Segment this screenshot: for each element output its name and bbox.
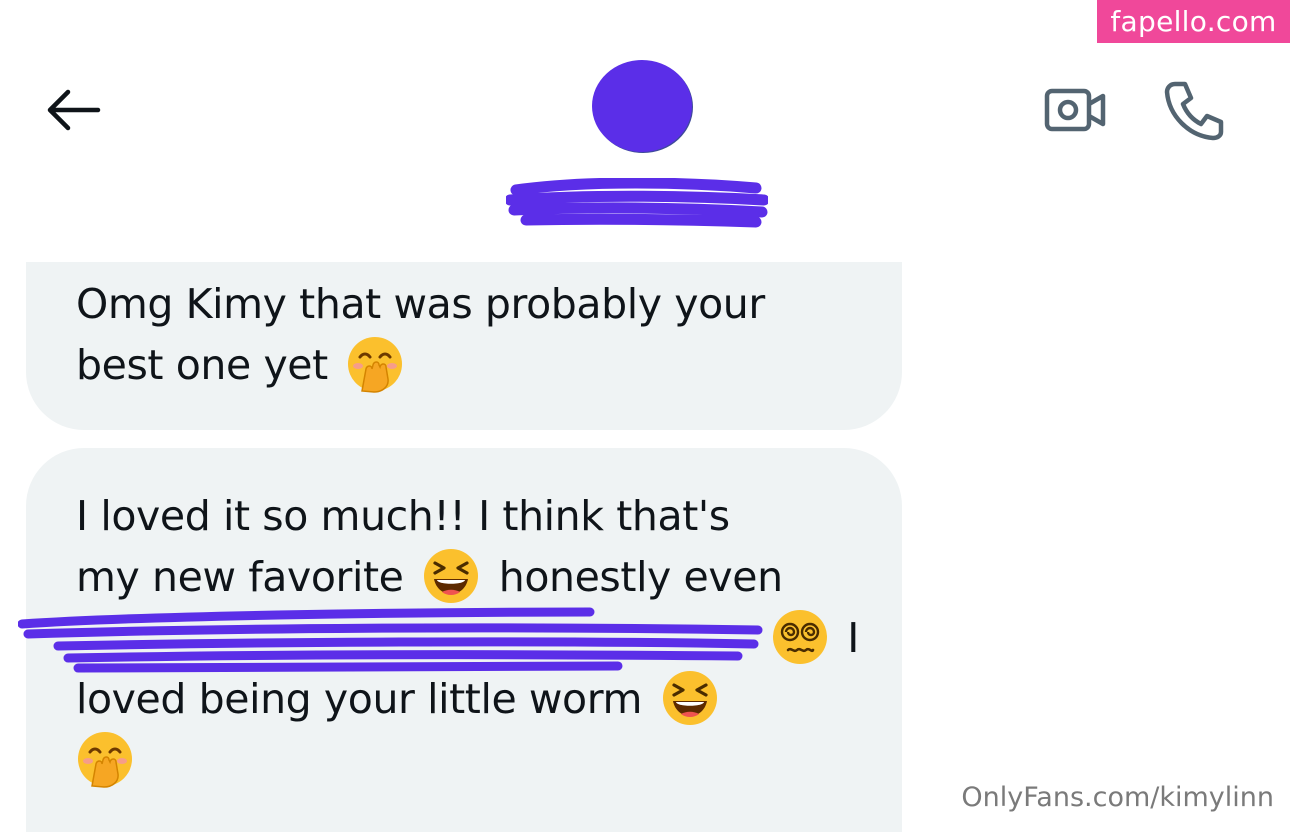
- arrow-left-icon: [47, 89, 101, 131]
- contact-name-redaction: [506, 178, 768, 228]
- message-text: best one yet: [76, 341, 328, 389]
- message-text: loved being your little worm: [76, 675, 643, 723]
- grinning-squinting-emoji: [422, 547, 480, 605]
- message-text: I loved it so much!! I think that's: [76, 492, 730, 540]
- message-line: my new favorite honestly even: [76, 547, 902, 608]
- phone-call-button[interactable]: [1158, 78, 1228, 142]
- message-line: I loved it so much!! I think that's: [76, 486, 902, 547]
- message-text: Omg Kimy that was probably your: [76, 280, 765, 328]
- video-camera-icon: [1044, 88, 1106, 132]
- hand-over-mouth-emoji: [76, 730, 134, 788]
- video-call-button[interactable]: [1040, 82, 1110, 138]
- message-text: I: [847, 614, 859, 662]
- message-text: my new favorite: [76, 553, 404, 601]
- message-line: loved being your little worm: [76, 669, 902, 730]
- message-line: best one yet: [76, 335, 902, 396]
- message-bubble[interactable]: Omg Kimy that was probably your best one…: [26, 262, 902, 430]
- hand-over-mouth-emoji: [346, 335, 404, 393]
- avatar[interactable]: [592, 60, 692, 152]
- phone-icon: [1164, 81, 1224, 141]
- message-line: [76, 730, 902, 791]
- watermark-caption: OnlyFans.com/kimylinn: [961, 782, 1274, 813]
- conversation-header: [0, 0, 1290, 250]
- message-text: honestly even: [498, 553, 783, 601]
- back-button[interactable]: [40, 80, 104, 140]
- message-line: Omg Kimy that was probably your: [76, 274, 902, 335]
- text-redaction-scribble: [18, 607, 763, 673]
